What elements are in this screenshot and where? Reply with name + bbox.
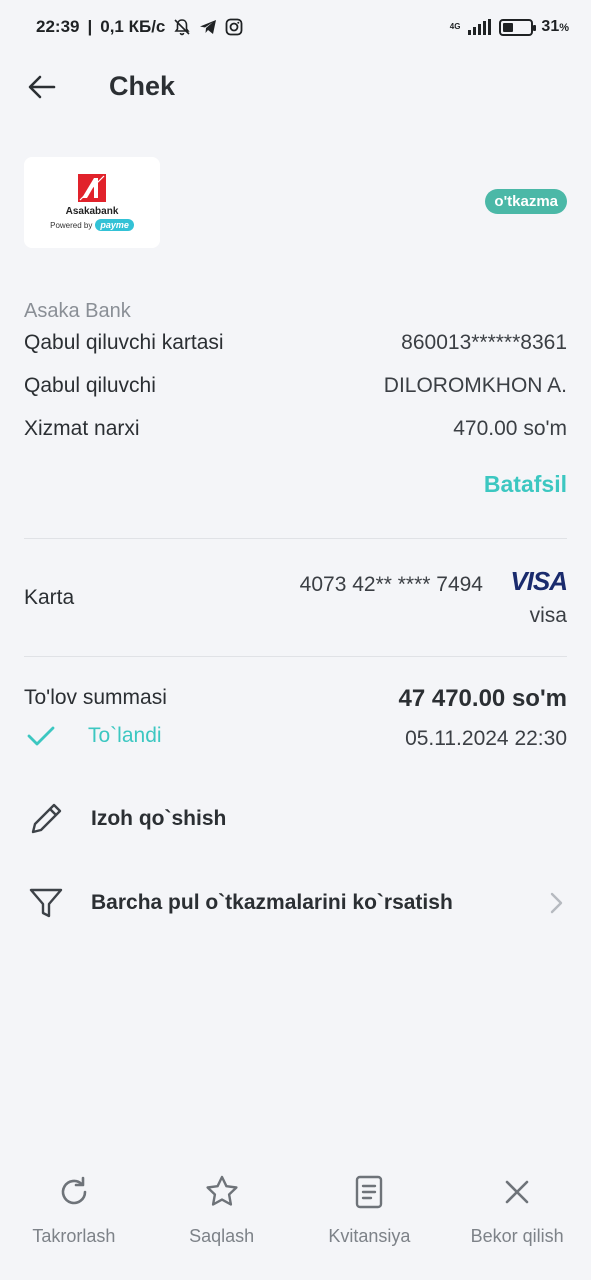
close-icon <box>499 1170 535 1214</box>
detail-value: 860013******8361 <box>401 331 567 354</box>
instagram-icon <box>225 18 243 36</box>
bottom-actions-bar: Takrorlash Saqlash Kvitansiya Bekor qili… <box>0 1170 591 1260</box>
status-bar: 22:39 | 0,1 КБ/с 4G 31% <box>0 0 591 54</box>
receipt-label: Kvitansiya <box>328 1226 411 1246</box>
muted-bell-icon <box>174 19 190 36</box>
detail-value: DILOROMKHON A. <box>383 374 567 397</box>
receipt-button[interactable]: Kvitansiya <box>296 1170 444 1260</box>
show-all-transfers-button[interactable]: Barcha pul o`tkazmalarini ko`rsatish <box>24 878 567 928</box>
save-label: Saqlash <box>189 1226 255 1246</box>
filter-icon <box>24 881 68 925</box>
detail-label: Xizmat narxi <box>24 417 140 440</box>
card-number: 4073 42** **** 7494 <box>299 573 483 596</box>
back-button[interactable] <box>26 72 58 102</box>
repeat-button[interactable]: Takrorlash <box>0 1170 148 1260</box>
repeat-label: Takrorlash <box>32 1226 116 1246</box>
detail-label: Qabul qiluvchi kartasi <box>24 331 224 354</box>
signal-icon <box>468 19 492 35</box>
logo-bank-name: Asakabank <box>65 206 119 217</box>
asakabank-logo-icon <box>78 174 106 202</box>
status-time: 22:39 <box>36 17 80 36</box>
network-type: 4G <box>449 22 461 31</box>
pencil-icon <box>24 797 68 841</box>
page-title: Chek <box>109 71 176 101</box>
card-brand: visa <box>529 604 567 627</box>
check-icon <box>27 726 55 746</box>
logo-powered-by: Powered by payme <box>50 219 134 231</box>
star-icon <box>204 1170 240 1214</box>
status-speed: 0,1 КБ/с <box>100 17 166 36</box>
divider <box>24 538 567 539</box>
save-button[interactable]: Saqlash <box>148 1170 296 1260</box>
visa-logo-icon: VISA <box>510 566 568 596</box>
payment-amount-label: To'lov summasi <box>24 686 167 709</box>
payment-status: To`landi <box>26 724 162 748</box>
cancel-label: Bekor qilish <box>470 1226 564 1246</box>
receipt-icon <box>351 1170 387 1214</box>
transfer-type-badge: o'tkazma <box>485 189 567 214</box>
details-more-link[interactable]: Batafsil <box>484 471 567 498</box>
merchant-logo: Asakabank Powered by payme <box>24 157 160 248</box>
status-left: 22:39 | 0,1 КБ/с <box>36 17 243 37</box>
cancel-button[interactable]: Bekor qilish <box>443 1170 591 1260</box>
status-separator: | <box>87 17 93 36</box>
battery-fill <box>503 22 513 32</box>
add-comment-label: Izoh qo`shish <box>91 807 227 830</box>
payment-datetime: 05.11.2024 22:30 <box>405 727 567 750</box>
add-comment-button[interactable]: Izoh qo`shish <box>24 794 567 844</box>
detail-value: 470.00 so'm <box>453 417 567 440</box>
battery-percent: 31% <box>541 18 569 35</box>
detail-label: Qabul qiluvchi <box>24 374 156 397</box>
detail-row-recipient-card: Qabul qiluvchi kartasi 860013******8361 <box>24 331 567 355</box>
provider-name: Asaka Bank <box>24 300 131 322</box>
chevron-right-icon <box>550 892 563 914</box>
payme-logo: payme <box>95 219 134 231</box>
payment-status-text: To`landi <box>88 724 162 747</box>
refresh-icon <box>56 1170 92 1214</box>
telegram-icon <box>200 20 217 34</box>
app-bar: Chek <box>0 60 591 114</box>
card-label: Karta <box>24 586 75 609</box>
detail-row-recipient: Qabul qiluvchi DILOROMKHON A. <box>24 374 567 398</box>
status-right: 4G 31% <box>450 18 569 36</box>
detail-row-service-fee: Xizmat narxi 470.00 so'm <box>24 417 567 441</box>
show-all-transfers-label: Barcha pul o`tkazmalarini ko`rsatish <box>91 891 453 914</box>
arrow-left-icon <box>28 75 56 99</box>
payment-amount: 47 470.00 so'm <box>398 685 568 712</box>
battery-icon <box>499 18 537 36</box>
divider <box>24 656 567 657</box>
